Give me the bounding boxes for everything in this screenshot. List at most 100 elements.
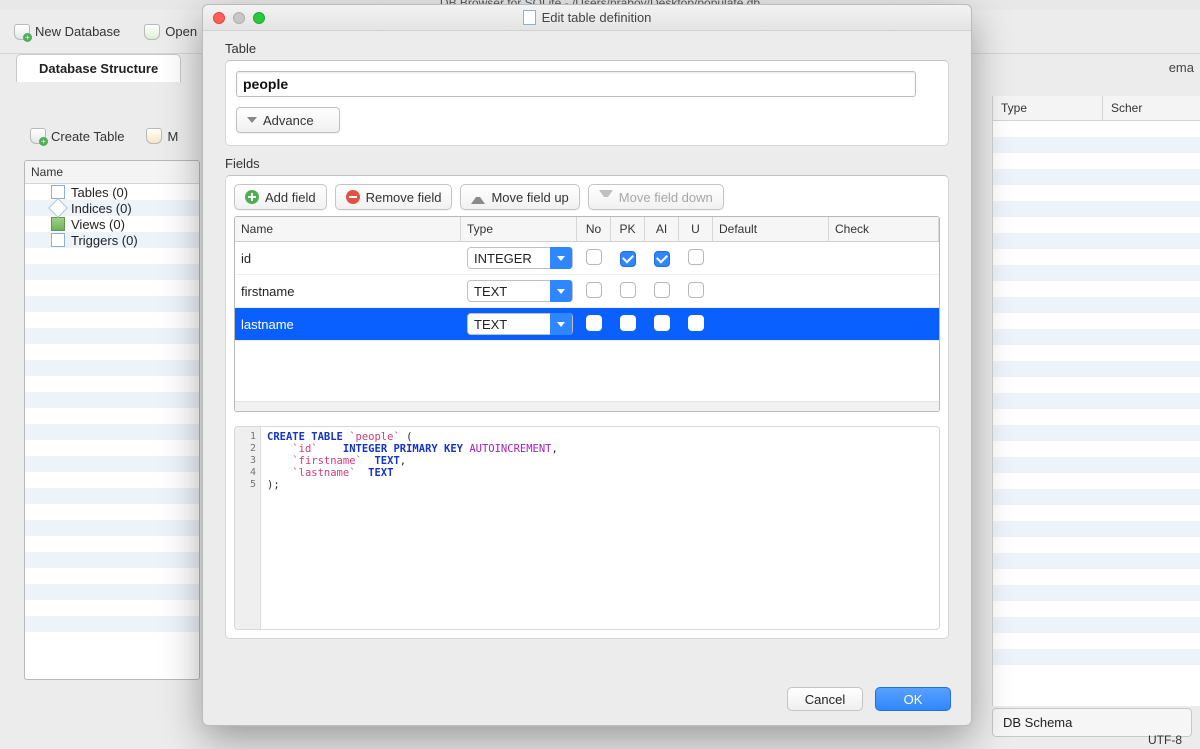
- fields-table[interactable]: Name Type No PK AI U Default Check id IN…: [234, 216, 940, 412]
- move-up-button[interactable]: Move field up: [460, 184, 579, 210]
- create-table-button[interactable]: + Create Table: [24, 124, 130, 148]
- database-plus-icon: +: [14, 24, 30, 40]
- tree-item-views[interactable]: Views (0): [25, 216, 199, 232]
- table-name-group: Advance: [225, 60, 949, 146]
- edit-table-dialog: Edit table definition Table Advance Fiel…: [202, 4, 972, 726]
- right-tab-hint: ema: [1169, 60, 1194, 75]
- field-name-cell[interactable]: lastname: [235, 313, 461, 336]
- schema-tree-header: Name: [25, 161, 199, 184]
- tree-item-triggers[interactable]: Triggers (0): [25, 232, 199, 248]
- pk-checkbox[interactable]: [620, 251, 636, 267]
- open-database-button[interactable]: Open: [138, 20, 203, 44]
- table-section-label: Table: [225, 41, 949, 56]
- unique-checkbox[interactable]: [688, 315, 704, 331]
- unique-checkbox[interactable]: [688, 282, 704, 298]
- sql-gutter: 1 2 3 4 5: [235, 427, 261, 629]
- ok-button[interactable]: OK: [875, 687, 951, 711]
- new-database-button[interactable]: + New Database: [8, 20, 126, 44]
- field-type-select[interactable]: INTEGER: [467, 247, 573, 269]
- open-database-label: Open: [165, 24, 197, 39]
- pk-checkbox[interactable]: [620, 282, 636, 298]
- table-name-input[interactable]: [236, 71, 916, 97]
- table-icon: [51, 185, 65, 199]
- fields-section-label: Fields: [225, 156, 949, 171]
- tree-item-label: Tables (0): [71, 185, 128, 200]
- tree-item-label: Indices (0): [71, 201, 132, 216]
- encoding-status: UTF-8: [1148, 733, 1182, 747]
- field-type-select[interactable]: TEXT: [467, 280, 573, 302]
- database-open-icon: [144, 24, 160, 40]
- plus-circle-icon: [245, 190, 259, 204]
- add-field-label: Add field: [265, 190, 316, 205]
- notnull-checkbox[interactable]: [586, 282, 602, 298]
- col-unique: U: [679, 217, 713, 241]
- ai-checkbox[interactable]: [654, 315, 670, 331]
- tree-item-indices[interactable]: Indices (0): [25, 200, 199, 216]
- move-down-button: Move field down: [588, 184, 724, 210]
- modify-table-label: M: [167, 129, 178, 144]
- unique-checkbox[interactable]: [688, 249, 704, 265]
- pk-checkbox[interactable]: [620, 315, 636, 331]
- fields-table-header: Name Type No PK AI U Default Check: [235, 217, 939, 242]
- move-up-label: Move field up: [491, 190, 568, 205]
- move-down-label: Move field down: [619, 190, 713, 205]
- table-plus-icon: +: [30, 128, 46, 144]
- tab-database-structure[interactable]: Database Structure: [16, 54, 181, 82]
- col-check: Check: [829, 217, 939, 241]
- grid-icon: [51, 217, 65, 231]
- field-row[interactable]: lastname TEXT: [235, 308, 939, 341]
- col-pk: PK: [611, 217, 645, 241]
- sql-preview: 1 2 3 4 5 CREATE TABLE `people` ( `id` I…: [234, 426, 940, 630]
- field-type-select[interactable]: TEXT: [467, 313, 573, 335]
- schema-tree[interactable]: Name Tables (0) Indices (0) Views (0) Tr…: [24, 160, 200, 680]
- col-default: Default: [713, 217, 829, 241]
- chevron-down-icon: [247, 117, 257, 123]
- document-icon: [523, 10, 536, 25]
- tree-item-label: Triggers (0): [71, 233, 138, 248]
- table-edit-icon: [146, 128, 162, 144]
- chevron-down-icon: [550, 313, 572, 335]
- horizontal-scrollbar[interactable]: [235, 401, 939, 411]
- remove-field-button[interactable]: Remove field: [335, 184, 453, 210]
- field-type-value: INTEGER: [468, 251, 538, 266]
- arrow-up-icon: [471, 190, 485, 204]
- col-type: Type: [461, 217, 577, 241]
- document-icon: [51, 233, 65, 247]
- field-name-cell[interactable]: id: [235, 247, 461, 270]
- notnull-checkbox[interactable]: [586, 249, 602, 265]
- tree-item-tables[interactable]: Tables (0): [25, 184, 199, 200]
- sql-text[interactable]: CREATE TABLE `people` ( `id` INTEGER PRI…: [261, 427, 564, 629]
- right-panel: Type Scher: [992, 96, 1200, 706]
- field-type-value: TEXT: [468, 317, 513, 332]
- ai-checkbox[interactable]: [654, 282, 670, 298]
- remove-field-label: Remove field: [366, 190, 442, 205]
- col-name: Name: [235, 217, 461, 241]
- col-ai: AI: [645, 217, 679, 241]
- tree-item-label: Views (0): [71, 217, 125, 232]
- advanced-toggle[interactable]: Advance: [236, 107, 340, 133]
- field-name-cell[interactable]: firstname: [235, 280, 461, 303]
- fields-group: Add field Remove field Move field up Mov…: [225, 175, 949, 639]
- chevron-down-icon: [550, 280, 572, 302]
- add-field-button[interactable]: Add field: [234, 184, 327, 210]
- field-row[interactable]: firstname TEXT: [235, 275, 939, 308]
- notnull-checkbox[interactable]: [586, 315, 602, 331]
- col-schema: Scher: [1103, 96, 1200, 120]
- col-notnull: No: [577, 217, 611, 241]
- ai-checkbox[interactable]: [654, 251, 670, 267]
- dialog-titlebar: Edit table definition: [203, 5, 971, 31]
- modify-table-button[interactable]: M: [140, 124, 184, 148]
- dialog-footer: Cancel OK: [203, 679, 971, 725]
- fields-empty-area: [235, 341, 939, 401]
- new-database-label: New Database: [35, 24, 120, 39]
- field-type-value: TEXT: [468, 284, 513, 299]
- arrow-down-icon: [599, 190, 613, 204]
- create-table-label: Create Table: [51, 129, 124, 144]
- minus-circle-icon: [346, 190, 360, 204]
- fields-toolbar: Add field Remove field Move field up Mov…: [234, 184, 940, 210]
- advanced-label: Advance: [263, 113, 314, 128]
- cancel-button[interactable]: Cancel: [787, 687, 863, 711]
- dialog-title: Edit table definition: [542, 10, 652, 25]
- field-row[interactable]: id INTEGER: [235, 242, 939, 275]
- col-type: Type: [993, 96, 1103, 120]
